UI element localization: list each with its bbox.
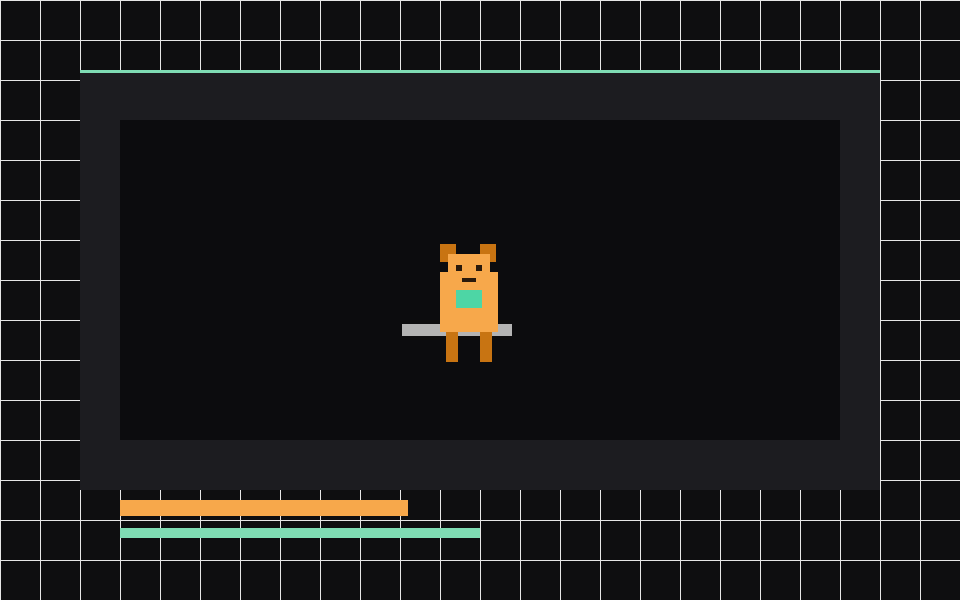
game-frame xyxy=(80,70,880,490)
chest-gem xyxy=(456,290,482,308)
bear-character xyxy=(440,244,498,362)
energy-bar xyxy=(120,528,480,538)
right-leg xyxy=(480,332,492,362)
health-bar xyxy=(120,500,408,516)
right-eye xyxy=(476,265,482,271)
left-leg xyxy=(446,332,458,362)
game-arena xyxy=(120,120,840,440)
left-eye xyxy=(456,265,462,271)
frame-top-border xyxy=(80,70,880,73)
mouth xyxy=(462,278,476,282)
